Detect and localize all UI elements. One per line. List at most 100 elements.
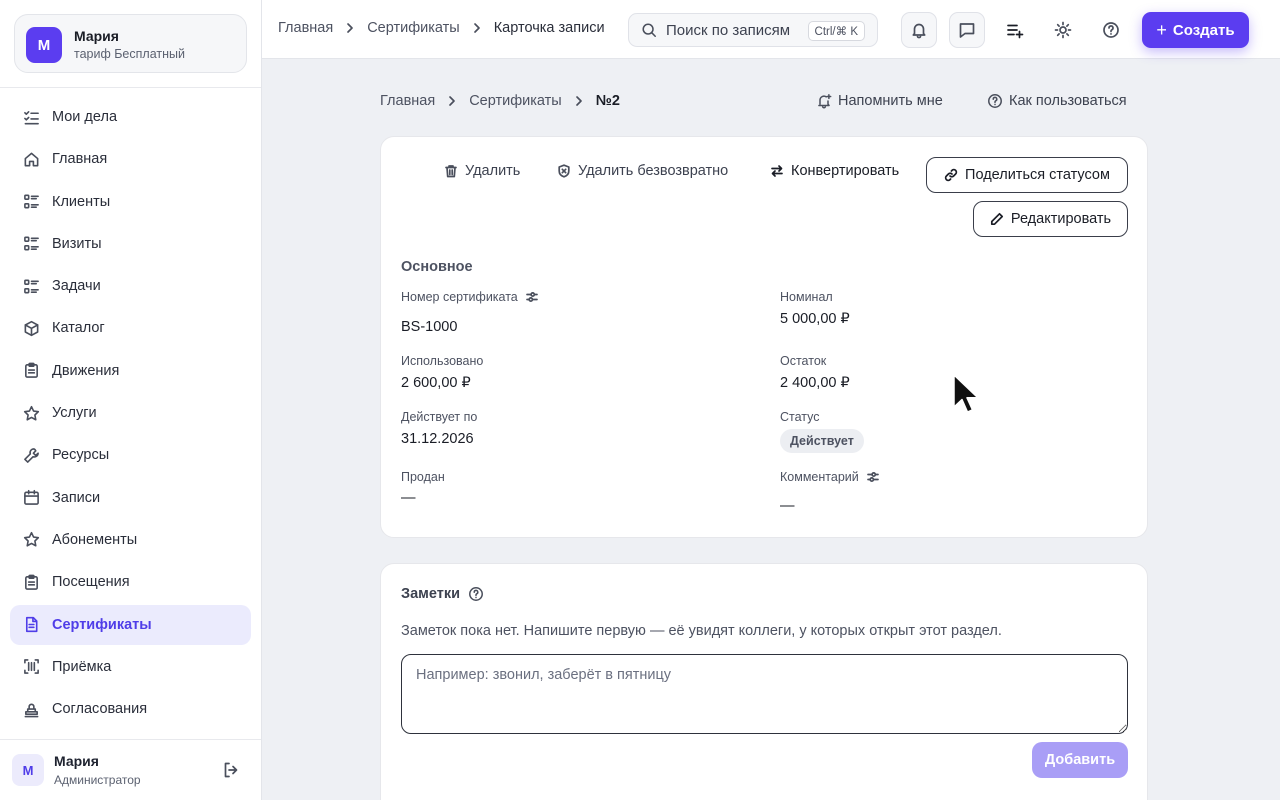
- notes-title: Заметки: [401, 586, 484, 602]
- add-note-button[interactable]: Добавить: [1032, 742, 1128, 778]
- note-textarea[interactable]: [401, 654, 1128, 734]
- delete-button[interactable]: Удалить: [444, 163, 520, 179]
- delete-forever-button[interactable]: Удалить безвозвратно: [557, 163, 728, 179]
- chevron-right-icon: [575, 96, 582, 106]
- account-name: Мария: [74, 28, 119, 44]
- sidebar-item-catalog[interactable]: Каталог: [10, 308, 251, 348]
- share-status-button[interactable]: Поделиться статусом: [926, 157, 1128, 193]
- search-placeholder: Поиск по записям: [666, 21, 791, 39]
- help-button[interactable]: [1093, 12, 1129, 48]
- clipboard-icon: [25, 574, 38, 590]
- logout-icon[interactable]: [222, 761, 240, 779]
- star-icon: [23, 405, 40, 421]
- page-breadcrumb-home[interactable]: Главная: [380, 93, 435, 109]
- messages-button[interactable]: [949, 12, 985, 48]
- chat-icon: [959, 23, 975, 38]
- account-plan: тариф Бесплатный: [74, 47, 185, 61]
- plus-icon: +: [1156, 19, 1167, 40]
- sidebar-item-movements[interactable]: Движения: [10, 351, 251, 391]
- sidebar-item-label: Клиенты: [52, 193, 111, 210]
- breadcrumb-current: Карточка записи: [493, 20, 605, 36]
- sun-icon: [1054, 21, 1072, 39]
- mouse-cursor-icon: [953, 374, 979, 413]
- breadcrumb-certificates[interactable]: Сертификаты: [367, 20, 460, 36]
- user-role: Администратор: [54, 773, 141, 787]
- clipboard-icon: [25, 362, 38, 379]
- sidebar-item-services[interactable]: Услуги: [10, 393, 251, 433]
- stamp-icon: [24, 703, 39, 718]
- convert-button[interactable]: Конвертировать: [770, 163, 899, 179]
- shield-x-icon: [558, 164, 570, 178]
- sidebar-item-resources[interactable]: Ресурсы: [10, 435, 251, 475]
- edit-label: Редактировать: [1010, 211, 1112, 227]
- sidebar-item-label: Визиты: [52, 235, 102, 252]
- trash-icon: [445, 165, 457, 178]
- sidebar-item-visits[interactable]: Визиты: [10, 224, 251, 264]
- queue-button[interactable]: [997, 12, 1033, 48]
- notes-card: Заметки Заметок пока нет. Напишите перву…: [380, 563, 1148, 800]
- sidebar-item-label: Приёмка: [52, 658, 112, 675]
- help-circle-icon[interactable]: [468, 586, 484, 602]
- record-card: Удалить Удалить безвозвратно Конвертиров…: [380, 136, 1148, 538]
- field-label-balance: Остаток: [780, 354, 827, 368]
- account-avatar: М: [26, 27, 62, 63]
- sidebar-item-certificates[interactable]: Сертификаты: [10, 604, 251, 645]
- user-profile[interactable]: М Мария Администратор: [12, 752, 250, 788]
- settings-sliders-icon[interactable]: [866, 470, 880, 484]
- search-input[interactable]: Поиск по записям Ctrl/⌘ K: [628, 13, 878, 47]
- field-label-sold: Продан: [401, 470, 445, 484]
- create-button-label: Создать: [1172, 21, 1235, 39]
- swap-icon: [771, 165, 783, 177]
- settings-sliders-icon[interactable]: [525, 290, 539, 304]
- page-breadcrumb-certificates[interactable]: Сертификаты: [469, 93, 562, 109]
- bell-plus-icon: [818, 94, 832, 109]
- pencil-icon: [990, 212, 1003, 226]
- search-icon: [642, 23, 656, 37]
- share-status-label: Поделиться статусом: [965, 167, 1110, 183]
- sidebar-item-attendance[interactable]: Посещения: [10, 562, 251, 602]
- theme-toggle-button[interactable]: [1045, 12, 1081, 48]
- account-switcher[interactable]: М Мария тариф Бесплатный: [14, 14, 247, 73]
- status-badge: Действует: [780, 429, 864, 453]
- sidebar-item-my-tasks[interactable]: Мои дела: [10, 97, 251, 137]
- sidebar-item-label: Задачи: [52, 278, 101, 295]
- list-icon: [24, 236, 39, 251]
- page-title: №2: [595, 93, 620, 109]
- valid-until-value: 31.12.2026: [401, 431, 474, 447]
- breadcrumb-home[interactable]: Главная: [278, 20, 333, 36]
- document-icon: [25, 616, 38, 633]
- how-to-use-label: Как пользоваться: [1009, 93, 1127, 109]
- list-icon: [24, 194, 39, 209]
- sidebar-item-receiving[interactable]: Приёмка: [10, 647, 251, 687]
- sidebar-item-appointments[interactable]: Записи: [10, 478, 251, 518]
- sidebar-footer-divider: [0, 739, 261, 740]
- user-name: Мария: [54, 753, 99, 769]
- sidebar-item-label: Услуги: [52, 405, 97, 422]
- sidebar-item-tasks[interactable]: Задачи: [10, 266, 251, 306]
- used-value: 2 600,00 ₽: [401, 375, 471, 391]
- convert-label: Конвертировать: [791, 163, 900, 179]
- sidebar-item-label: Записи: [52, 489, 101, 506]
- remind-me-label: Напомнить мне: [838, 93, 943, 109]
- nominal-value: 5 000,00 ₽: [780, 311, 850, 327]
- list-icon: [24, 279, 39, 294]
- notes-empty-text: Заметок пока нет. Напишите первую — её у…: [401, 623, 1002, 639]
- edit-button[interactable]: Редактировать: [973, 201, 1128, 237]
- sidebar-item-clients[interactable]: Клиенты: [10, 182, 251, 222]
- notifications-button[interactable]: [901, 12, 937, 48]
- field-label-text: Номер сертификата: [401, 290, 518, 304]
- sidebar-item-home[interactable]: Главная: [10, 139, 251, 179]
- remind-me-button[interactable]: Напомнить мне: [816, 93, 943, 109]
- sidebar-item-label: Абонементы: [52, 531, 138, 548]
- sidebar-item-subscriptions[interactable]: Абонементы: [10, 520, 251, 560]
- sidebar-item-label: Посещения: [52, 574, 130, 591]
- calendar-icon: [24, 490, 39, 506]
- sidebar-divider: [0, 87, 261, 88]
- sidebar-item-label: Сертификаты: [52, 616, 152, 633]
- create-button[interactable]: + Создать: [1142, 12, 1249, 48]
- how-to-use-button[interactable]: Как пользоваться: [987, 93, 1127, 109]
- field-label-text: Комментарий: [780, 470, 859, 484]
- sidebar-item-approvals[interactable]: Согласования: [10, 689, 251, 729]
- sidebar-item-label: Каталог: [52, 320, 105, 337]
- notes-title-text: Заметки: [401, 586, 461, 602]
